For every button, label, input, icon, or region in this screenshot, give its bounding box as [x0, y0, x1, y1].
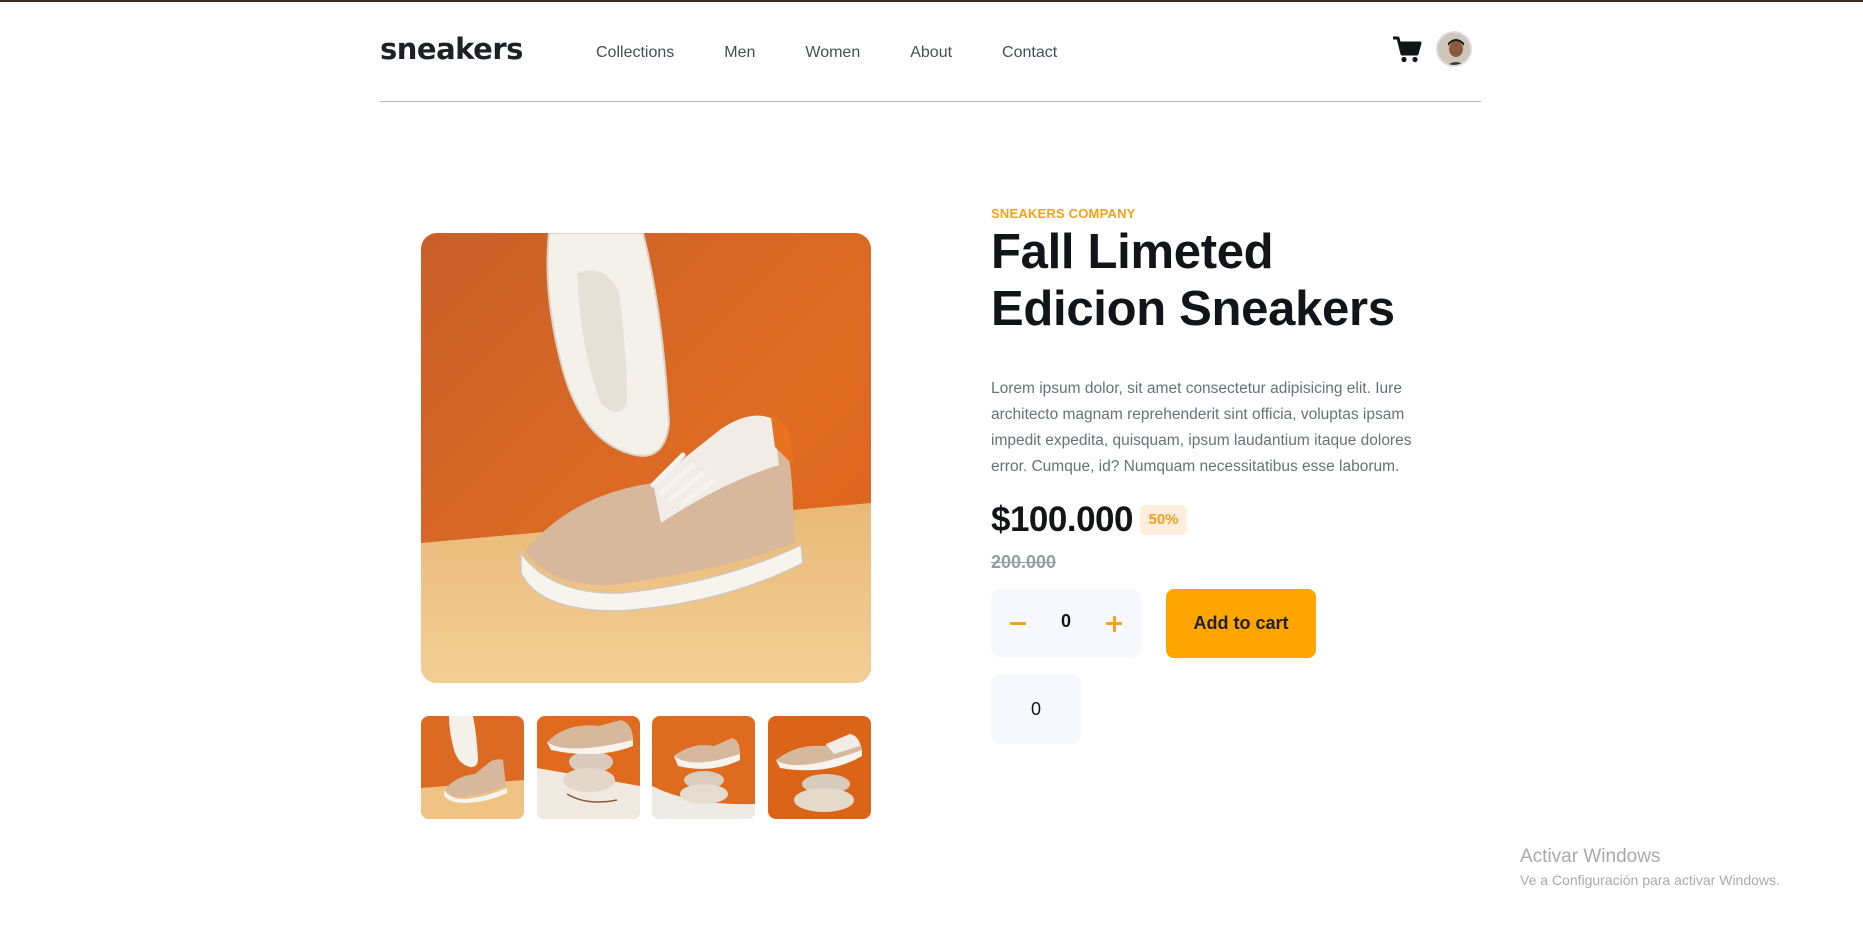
quantity-stepper: 0	[991, 589, 1141, 657]
minus-icon[interactable]	[1005, 609, 1031, 637]
windows-watermark-title: Activar Windows	[1520, 846, 1661, 867]
product-main-image[interactable]	[421, 233, 871, 683]
product-price: $100.000	[991, 500, 1133, 539]
cart-icon[interactable]	[1392, 36, 1422, 64]
avatar[interactable]	[1436, 31, 1472, 67]
logo[interactable]: sneakers	[380, 32, 523, 66]
company-label: SNEAKERS COMPANY	[991, 206, 1136, 221]
nav-about[interactable]: About	[910, 44, 952, 62]
nav-contact[interactable]: Contact	[1002, 44, 1057, 62]
site-header: sneakers Collections Men Women About Con…	[380, 2, 1481, 102]
main-nav: Collections Men Women About Contact	[596, 44, 1107, 62]
thumbnail-2[interactable]	[537, 716, 640, 819]
cart-count-box: 0	[991, 674, 1081, 744]
thumbnail-3[interactable]	[652, 716, 755, 819]
plus-icon[interactable]	[1101, 609, 1127, 637]
nav-collections[interactable]: Collections	[596, 44, 674, 62]
product-title-line2: Edicion Sneakers	[991, 282, 1395, 336]
quantity-value: 0	[1060, 611, 1071, 631]
thumbnail-1[interactable]	[421, 716, 524, 819]
old-price: 200.000	[991, 552, 1057, 572]
product-description: Lorem ipsum dolor, sit amet consectetur …	[991, 380, 1412, 475]
nav-women[interactable]: Women	[805, 44, 860, 62]
add-to-cart-button[interactable]: Add to cart	[1166, 589, 1316, 658]
product-title: Fall Limeted Edicion Sneakers	[991, 224, 1411, 338]
nav-men[interactable]: Men	[724, 44, 755, 62]
product-title-line1: Fall Limeted	[991, 225, 1274, 279]
windows-watermark-subtitle: Ve a Configuración para activar Windows.	[1520, 872, 1780, 888]
discount-badge: 50%	[1140, 505, 1187, 535]
thumbnail-4[interactable]	[768, 716, 871, 819]
